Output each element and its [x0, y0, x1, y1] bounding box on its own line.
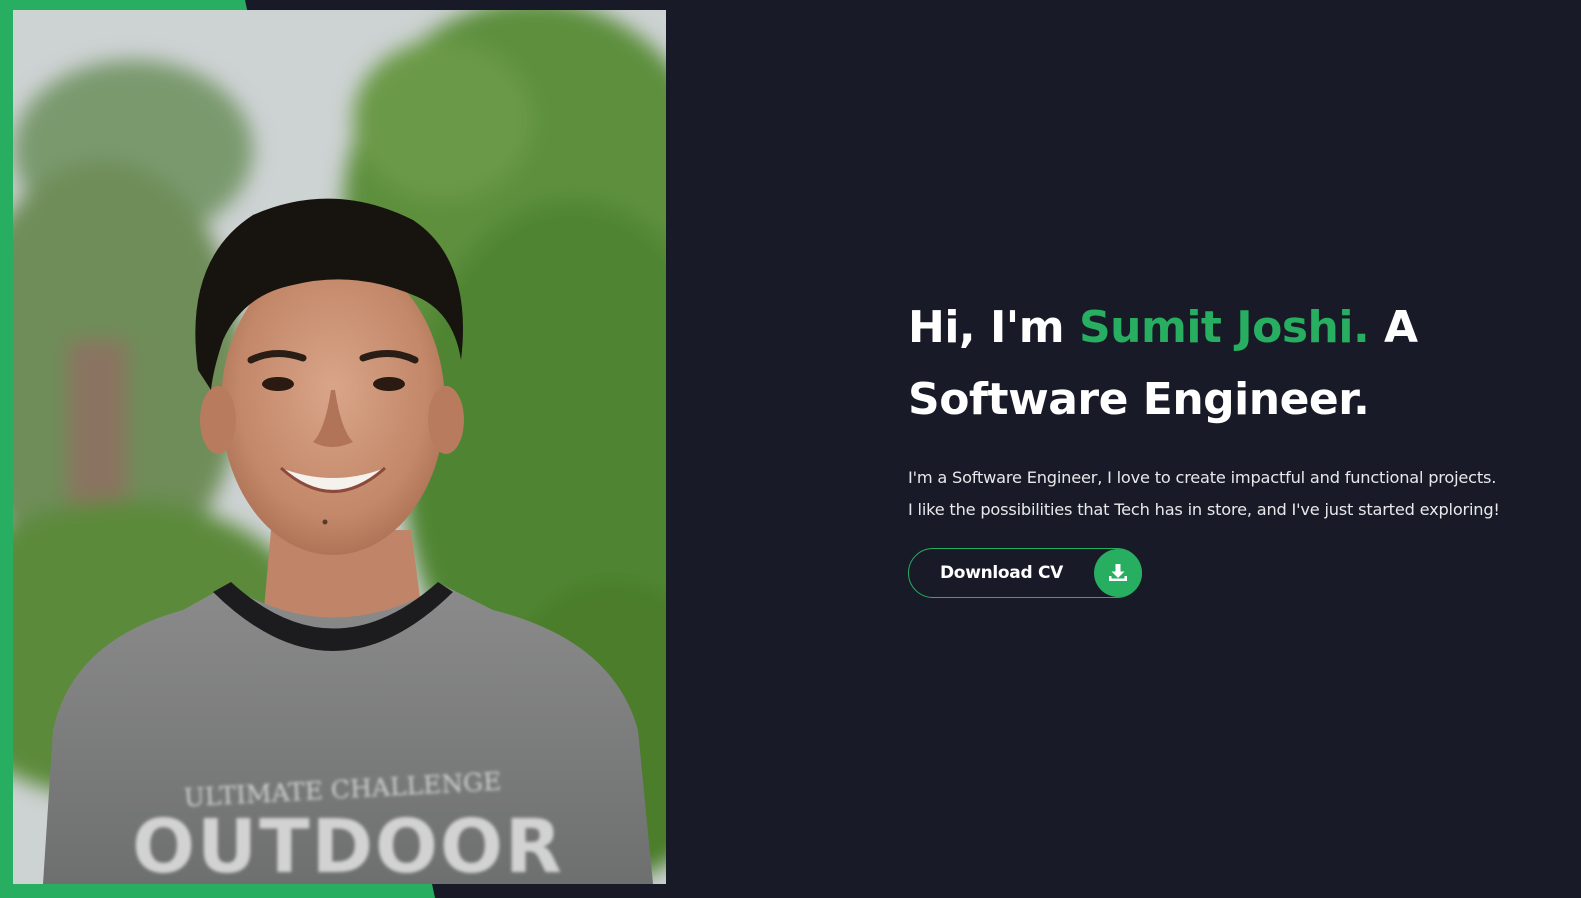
hero-bio: I'm a Software Engineer, I love to creat…: [908, 462, 1568, 526]
bio-line-1: I'm a Software Engineer, I love to creat…: [908, 468, 1497, 487]
hero-section: Hi, I'm Sumit Joshi. A Software Engineer.…: [908, 292, 1568, 598]
download-cv-button[interactable]: Download CV: [908, 548, 1142, 598]
shirt-print-line2: OUTDOOR: [132, 804, 564, 884]
bio-line-2: I like the possibilities that Tech has i…: [908, 500, 1500, 519]
hero-headline: Hi, I'm Sumit Joshi. A Software Engineer.: [908, 292, 1568, 436]
role-article: A: [1384, 302, 1418, 353]
download-icon[interactable]: [1094, 549, 1142, 597]
hero-name: Sumit Joshi.: [1078, 302, 1370, 353]
hero-role: Software Engineer.: [908, 374, 1370, 425]
profile-photo: ULTIMATE CHALLENGE OUTDOOR: [13, 10, 666, 884]
greeting-text: Hi, I'm: [908, 302, 1065, 353]
download-cv-label: Download CV: [940, 563, 1063, 583]
